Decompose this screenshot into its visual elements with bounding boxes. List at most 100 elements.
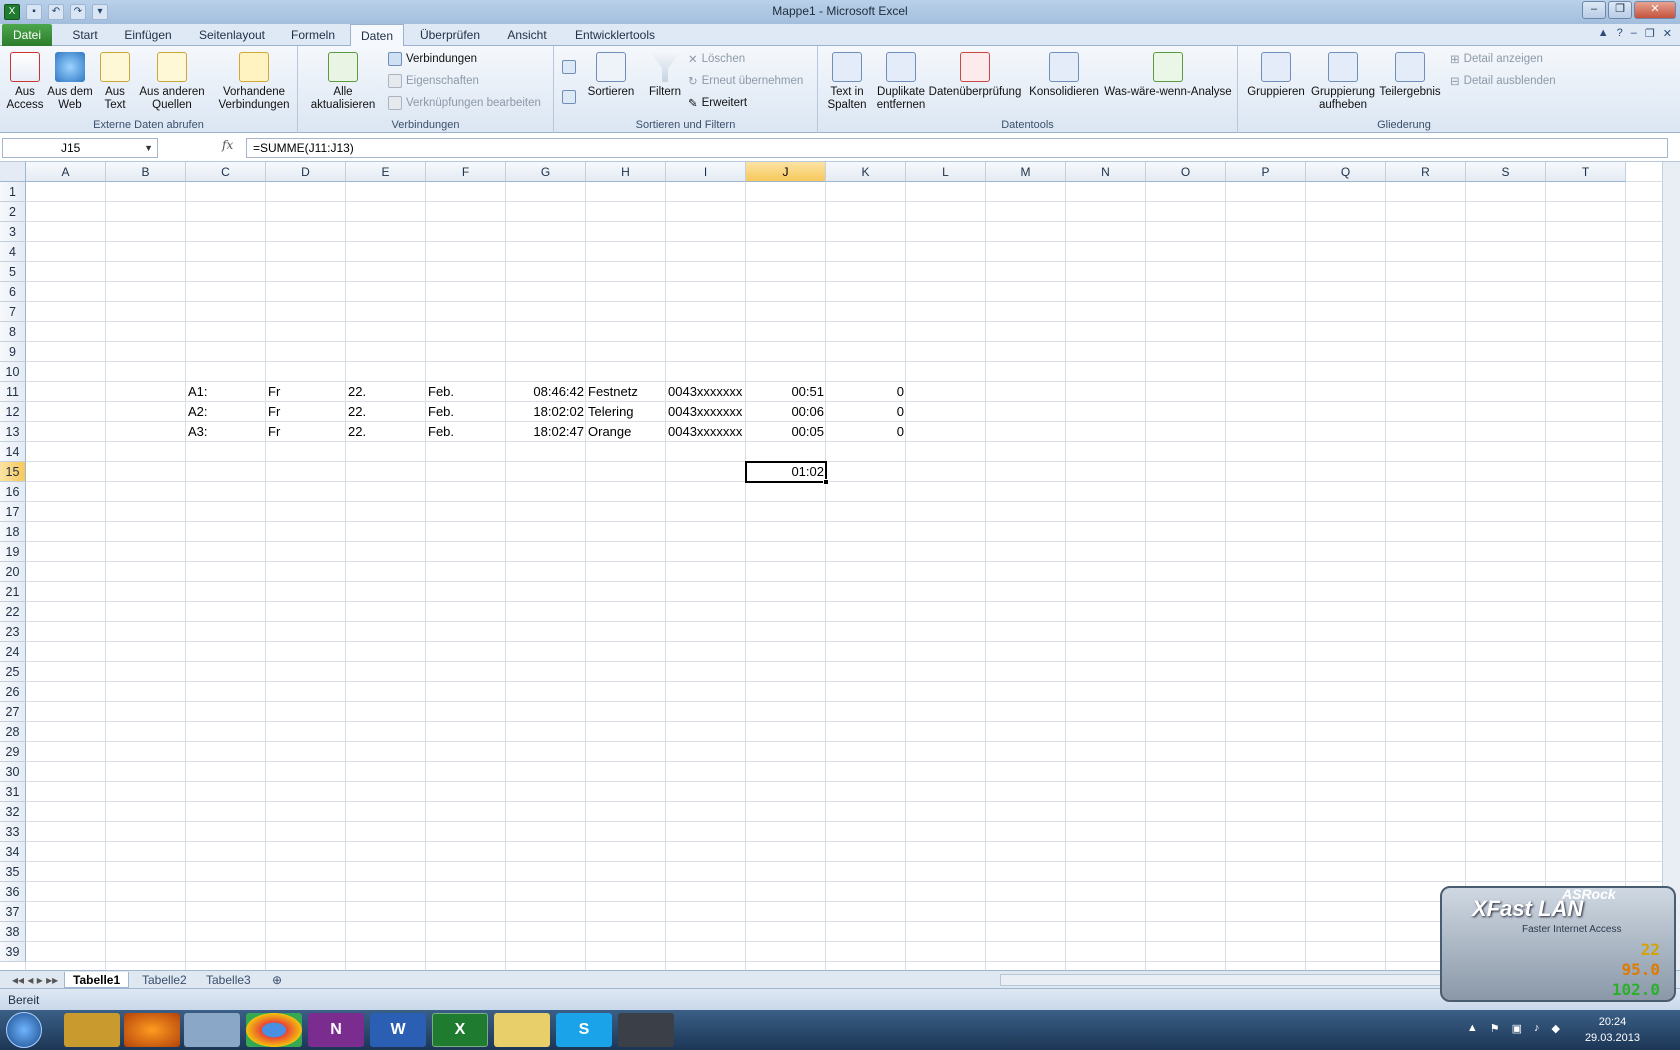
cell-i11[interactable]: 0043xxxxxxx: [666, 382, 746, 402]
volume-icon[interactable]: ♪: [1534, 1022, 1540, 1035]
row-header-18[interactable]: 18: [0, 522, 26, 542]
close-button[interactable]: ✕: [1634, 1, 1676, 19]
cell-e12[interactable]: 22.: [346, 402, 426, 422]
row-header-14[interactable]: 14: [0, 442, 26, 462]
remove-duplicates-button[interactable]: Duplikate entfernen: [872, 52, 930, 112]
tab-datei[interactable]: Datei: [2, 24, 52, 46]
cell-i12[interactable]: 0043xxxxxxx: [666, 402, 746, 422]
vertical-scrollbar[interactable]: [1662, 162, 1680, 970]
edit-links-button[interactable]: Verknüpfungen bearbeiten: [388, 96, 541, 110]
reapply-button[interactable]: ↻ Erneut übernehmen: [688, 74, 803, 88]
asrock-xfast-lan-gadget[interactable]: XFast LAN ASRock Faster Internet Access …: [1440, 886, 1676, 1002]
row-header-39[interactable]: 39: [0, 942, 26, 962]
cell-j11[interactable]: 00:51: [746, 382, 826, 402]
start-button[interactable]: [6, 1012, 42, 1048]
tab-ueberpruefen[interactable]: Überprüfen: [414, 24, 486, 46]
sticky-notes-icon[interactable]: [494, 1013, 550, 1047]
workbook-close-icon[interactable]: ✕: [1663, 27, 1672, 40]
from-other-sources-button[interactable]: Aus anderen Quellen: [136, 52, 208, 112]
maximize-button[interactable]: ❐: [1608, 1, 1632, 19]
sort-za-button[interactable]: [562, 90, 576, 104]
chevron-down-icon[interactable]: ▼: [144, 139, 153, 157]
advanced-filter-button[interactable]: ✎ Erweitert: [688, 96, 747, 110]
help-icon[interactable]: ?: [1617, 27, 1623, 40]
firefox-icon[interactable]: [124, 1013, 180, 1047]
excel-taskbar-icon[interactable]: X: [432, 1013, 488, 1047]
cell-j12[interactable]: 00:06: [746, 402, 826, 422]
sort-button[interactable]: Sortieren: [584, 52, 638, 99]
group-button[interactable]: Gruppieren: [1244, 52, 1308, 99]
row-header-23[interactable]: 23: [0, 622, 26, 642]
row-header-22[interactable]: 22: [0, 602, 26, 622]
from-text-button[interactable]: Aus Text: [96, 52, 134, 112]
cell-d11[interactable]: Fr: [266, 382, 346, 402]
row-header-32[interactable]: 32: [0, 802, 26, 822]
existing-connections-button[interactable]: Vorhandene Verbindungen: [214, 52, 294, 112]
column-header-s[interactable]: S: [1466, 162, 1546, 182]
text-to-columns-button[interactable]: Text in Spalten: [824, 52, 870, 112]
cell-h13[interactable]: Orange: [586, 422, 666, 442]
column-header-q[interactable]: Q: [1306, 162, 1386, 182]
row-header-28[interactable]: 28: [0, 722, 26, 742]
subtotal-button[interactable]: Teilergebnis: [1378, 52, 1442, 99]
row-header-30[interactable]: 30: [0, 762, 26, 782]
column-header-b[interactable]: B: [106, 162, 186, 182]
cell-g12[interactable]: 18:02:02: [506, 402, 586, 422]
column-header-l[interactable]: L: [906, 162, 986, 182]
properties-button[interactable]: Eigenschaften: [388, 74, 479, 88]
row-header-9[interactable]: 9: [0, 342, 26, 362]
row-header-35[interactable]: 35: [0, 862, 26, 882]
insert-function-icon[interactable]: fx: [222, 138, 233, 152]
column-header-h[interactable]: H: [586, 162, 666, 182]
row-header-4[interactable]: 4: [0, 242, 26, 262]
cell-f13[interactable]: Feb.: [426, 422, 506, 442]
cell-k13[interactable]: 0: [826, 422, 906, 442]
active-cell-cursor[interactable]: [745, 461, 829, 485]
row-header-5[interactable]: 5: [0, 262, 26, 282]
show-detail-button[interactable]: ⊞ Detail anzeigen: [1450, 52, 1543, 66]
clock[interactable]: 20:24 29.03.2013: [1585, 1014, 1640, 1046]
row-header-17[interactable]: 17: [0, 502, 26, 522]
column-header-a[interactable]: A: [26, 162, 106, 182]
consolidate-button[interactable]: Konsolidieren: [1026, 52, 1102, 99]
data-validation-button[interactable]: Datenüberprüfung: [924, 52, 1026, 99]
from-web-button[interactable]: Aus dem Web: [46, 52, 94, 112]
row-header-37[interactable]: 37: [0, 902, 26, 922]
connections-button[interactable]: Verbindungen: [388, 52, 477, 66]
steam-icon[interactable]: [618, 1013, 674, 1047]
column-header-k[interactable]: K: [826, 162, 906, 182]
column-header-t[interactable]: T: [1546, 162, 1626, 182]
row-header-25[interactable]: 25: [0, 662, 26, 682]
cell-j13[interactable]: 00:05: [746, 422, 826, 442]
column-header-g[interactable]: G: [506, 162, 586, 182]
word-icon[interactable]: W: [370, 1013, 426, 1047]
cell-f11[interactable]: Feb.: [426, 382, 506, 402]
calculator-icon[interactable]: [184, 1013, 240, 1047]
column-header-r[interactable]: R: [1386, 162, 1466, 182]
row-header-1[interactable]: 1: [0, 182, 26, 202]
column-header-f[interactable]: F: [426, 162, 506, 182]
filter-button[interactable]: Filtern: [642, 52, 688, 99]
cell-e11[interactable]: 22.: [346, 382, 426, 402]
row-header-33[interactable]: 33: [0, 822, 26, 842]
row-header-20[interactable]: 20: [0, 562, 26, 582]
cell-i13[interactable]: 0043xxxxxxx: [666, 422, 746, 442]
show-hidden-icons-icon[interactable]: ▲: [1467, 1022, 1478, 1035]
column-header-c[interactable]: C: [186, 162, 266, 182]
tab-entwicklertools[interactable]: Entwicklertools: [566, 24, 664, 46]
cell-g13[interactable]: 18:02:47: [506, 422, 586, 442]
row-header-29[interactable]: 29: [0, 742, 26, 762]
sheet-tab-tabelle2[interactable]: Tabelle2: [134, 972, 195, 988]
minimize-ribbon-icon[interactable]: ▲: [1598, 27, 1609, 40]
minimize-button[interactable]: –: [1582, 1, 1606, 19]
row-header-13[interactable]: 13: [0, 422, 26, 442]
cell-h11[interactable]: Festnetz: [586, 382, 666, 402]
clear-filter-button[interactable]: ✕ Löschen: [688, 52, 745, 66]
column-header-e[interactable]: E: [346, 162, 426, 182]
formula-input[interactable]: =SUMME(J11:J13): [246, 138, 1668, 158]
row-header-26[interactable]: 26: [0, 682, 26, 702]
cell-e13[interactable]: 22.: [346, 422, 426, 442]
what-if-analysis-button[interactable]: Was-wäre-wenn-Analyse: [1102, 52, 1234, 99]
worksheet-grid[interactable]: ABCDEFGHIJKLMNOPQRST 1 2 3 4 5 6 7 8 9 10 11 12 13 14…: [0, 162, 1662, 970]
from-access-button[interactable]: Aus Access: [4, 52, 46, 112]
